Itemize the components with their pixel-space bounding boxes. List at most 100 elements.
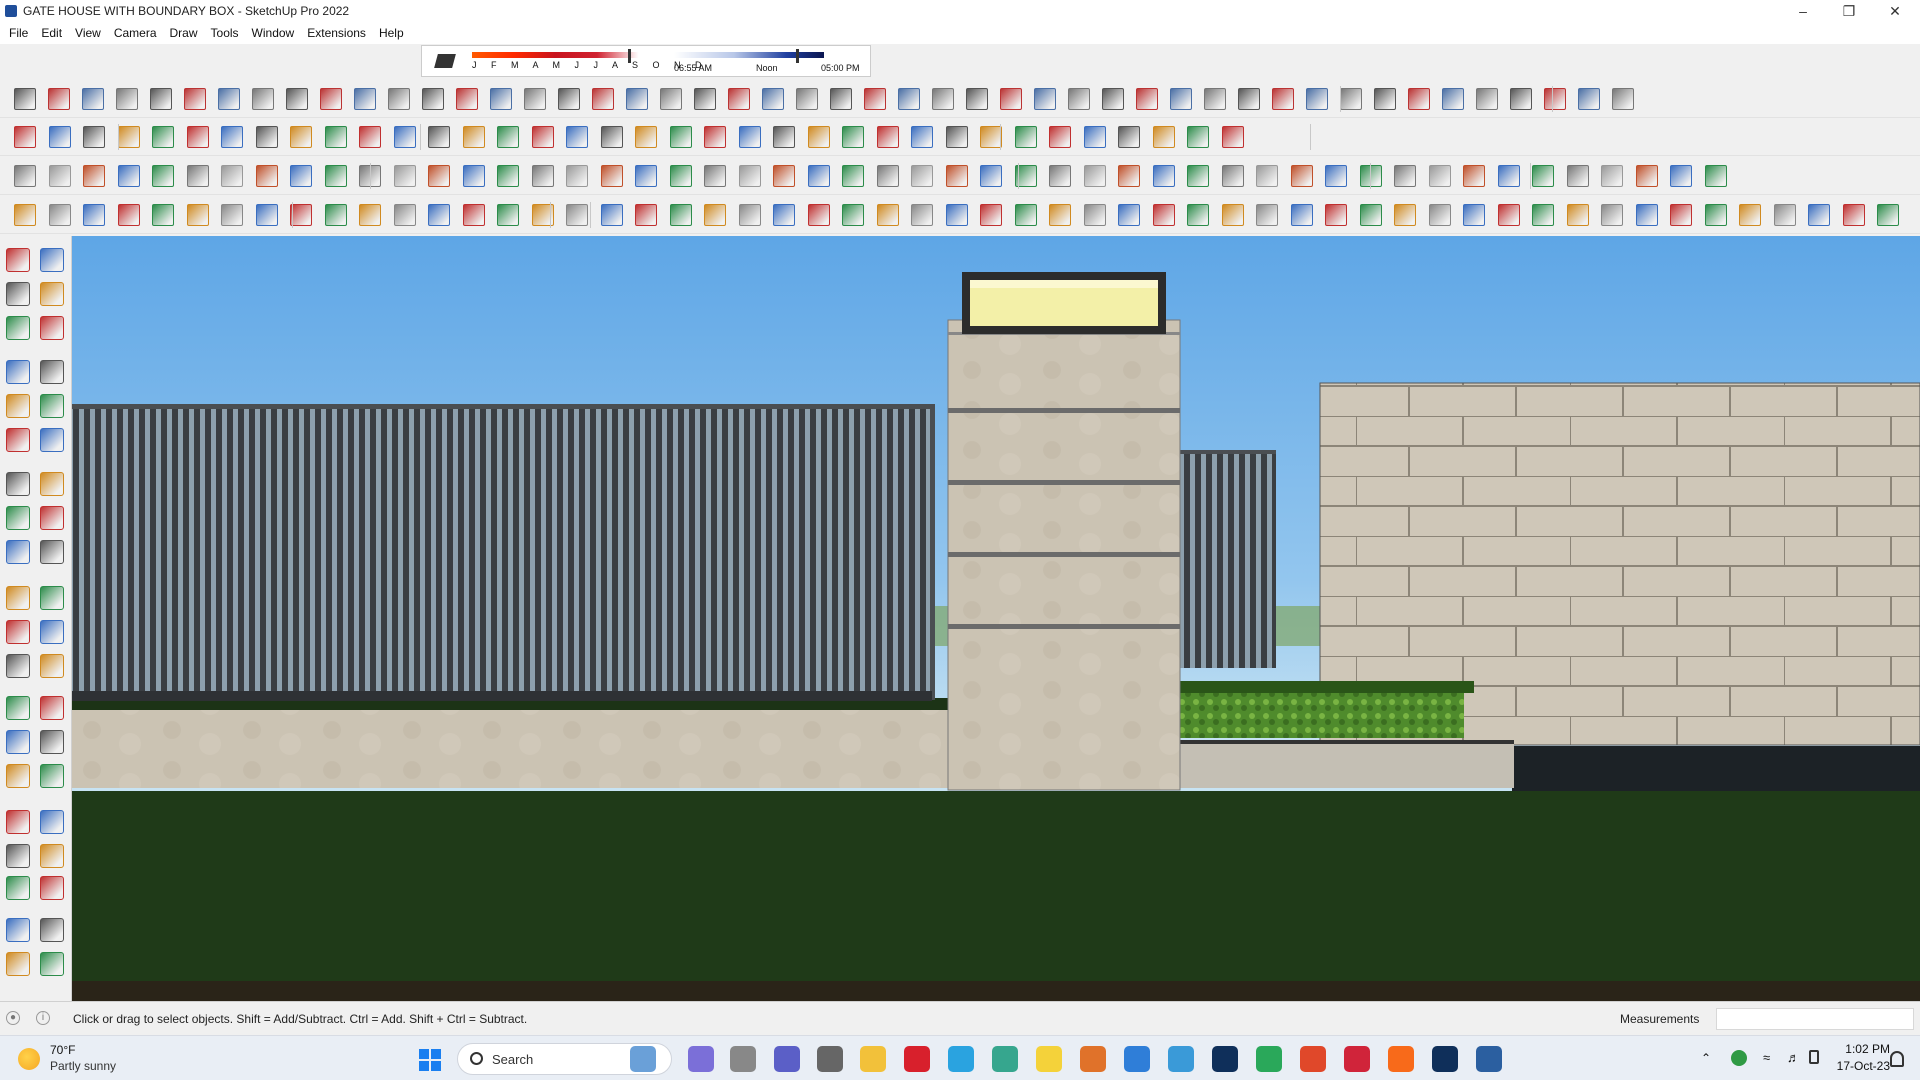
left-tool-icon-7[interactable] xyxy=(6,360,30,384)
tb2-tool-icon-31[interactable] xyxy=(1049,126,1071,148)
tb4-tool-icon-2[interactable] xyxy=(48,204,71,226)
left-tool-icon-3[interactable] xyxy=(6,282,30,306)
tb4-tool-icon-39[interactable] xyxy=(1325,204,1347,226)
tb1-tool-icon-8[interactable] xyxy=(252,88,274,110)
opera-icon[interactable] xyxy=(904,1046,930,1072)
tb1-tool-icon-3[interactable] xyxy=(82,88,104,110)
tb2-tool-icon-25[interactable] xyxy=(842,126,864,148)
clock-date[interactable]: 17-Oct-23 xyxy=(1812,1059,1890,1073)
tb1-tool-icon-45[interactable] xyxy=(1510,88,1532,110)
tb3-tool-icon-27[interactable] xyxy=(911,165,933,187)
tb3-tool-icon-19[interactable] xyxy=(635,165,657,187)
left-tool-icon-15[interactable] xyxy=(6,506,30,530)
tb1-tool-icon-25[interactable] xyxy=(830,88,852,110)
tb3-tool-icon-50[interactable] xyxy=(1704,165,1727,187)
tb1-tool-icon-9[interactable] xyxy=(286,88,308,110)
tb4-tool-icon-11[interactable] xyxy=(359,204,381,226)
tb1-tool-icon-36[interactable] xyxy=(1204,88,1226,110)
tb1-tool-icon-4[interactable] xyxy=(116,88,138,110)
menu-file[interactable]: File xyxy=(4,26,33,40)
tb2-tool-icon-21[interactable] xyxy=(704,126,726,148)
tb4-tool-icon-47[interactable] xyxy=(1601,204,1623,226)
weather-condition[interactable]: Partly sunny xyxy=(50,1059,116,1073)
tb2-tool-icon-26[interactable] xyxy=(876,126,899,148)
vscode-icon[interactable] xyxy=(1124,1046,1150,1072)
tb2-tool-icon-7[interactable] xyxy=(221,126,243,148)
tb2-tool-icon-10[interactable] xyxy=(324,126,347,148)
left-tool-icon-19[interactable] xyxy=(6,586,30,610)
tb2-tool-icon-30[interactable] xyxy=(1014,126,1037,148)
tb3-tool-icon-41[interactable] xyxy=(1394,165,1416,187)
tb4-tool-icon-7[interactable] xyxy=(221,204,243,226)
tb4-tool-icon-55[interactable] xyxy=(1877,204,1899,226)
tb1-tool-icon-41[interactable] xyxy=(1374,88,1396,110)
tb3-tool-icon-12[interactable] xyxy=(393,165,416,187)
tb4-tool-icon-29[interactable] xyxy=(980,204,1002,226)
tb1-tool-icon-6[interactable] xyxy=(184,88,206,110)
left-tool-icon-29[interactable] xyxy=(6,764,30,788)
tb4-tool-icon-9[interactable] xyxy=(290,204,312,226)
weather-icon[interactable] xyxy=(18,1048,40,1070)
left-tool-icon-9[interactable] xyxy=(6,394,30,418)
show-hidden-icons-icon[interactable]: ⌃ xyxy=(1701,1051,1717,1067)
tb3-tool-icon-9[interactable] xyxy=(290,165,312,187)
tb4-tool-icon-10[interactable] xyxy=(324,204,347,226)
georeference-icon[interactable]: ● xyxy=(6,1011,20,1025)
tb1-tool-icon-47[interactable] xyxy=(1578,88,1600,110)
tb3-tool-icon-45[interactable] xyxy=(1532,165,1554,187)
tb4-tool-icon-31[interactable] xyxy=(1049,204,1071,226)
tb4-tool-icon-54[interactable] xyxy=(1842,204,1865,226)
start-button[interactable] xyxy=(419,1049,441,1071)
menu-view[interactable]: View xyxy=(70,26,106,40)
tb2-tool-icon-13[interactable] xyxy=(428,126,450,148)
tb1-tool-icon-33[interactable] xyxy=(1102,88,1124,110)
tb4-tool-icon-27[interactable] xyxy=(911,204,933,226)
tb4-tool-icon-50[interactable] xyxy=(1704,204,1727,226)
tb2-tool-icon-28[interactable] xyxy=(945,126,968,148)
sketchup-icon[interactable] xyxy=(1476,1046,1502,1072)
tb2-tool-icon-34[interactable] xyxy=(1152,126,1175,148)
left-tool-icon-39[interactable] xyxy=(6,952,30,976)
tb4-tool-icon-36[interactable] xyxy=(1221,204,1244,226)
tb4-tool-icon-21[interactable] xyxy=(704,204,726,226)
telegram-icon[interactable] xyxy=(948,1046,974,1072)
tb3-tool-icon-3[interactable] xyxy=(83,165,105,187)
tb2-tool-icon-8[interactable] xyxy=(255,126,278,148)
tb2-tool-icon-24[interactable] xyxy=(807,126,830,148)
tb3-tool-icon-31[interactable] xyxy=(1049,165,1071,187)
menu-draw[interactable]: Draw xyxy=(165,26,203,40)
tb4-tool-icon-4[interactable] xyxy=(117,204,140,226)
tb4-tool-icon-30[interactable] xyxy=(1014,204,1037,226)
tb3-tool-icon-2[interactable] xyxy=(48,165,71,187)
left-tool-icon-27[interactable] xyxy=(6,730,30,754)
tb3-tool-icon-34[interactable] xyxy=(1152,165,1175,187)
tb1-tool-icon-13[interactable] xyxy=(422,88,444,110)
left-tool-icon-12[interactable] xyxy=(40,428,64,452)
clock-time[interactable]: 1:02 PM xyxy=(1820,1042,1890,1056)
left-tool-icon-40[interactable] xyxy=(40,952,64,976)
tb4-tool-icon-17[interactable] xyxy=(566,204,588,226)
tb4-tool-icon-51[interactable] xyxy=(1739,204,1761,226)
tb4-tool-icon-44[interactable] xyxy=(1497,204,1520,226)
tb4-tool-icon-40[interactable] xyxy=(1359,204,1382,226)
left-tool-icon-30[interactable] xyxy=(40,764,64,788)
tb3-tool-icon-7[interactable] xyxy=(221,165,243,187)
shadow-toggle-icon[interactable] xyxy=(434,54,456,68)
tb1-tool-icon-18[interactable] xyxy=(592,88,614,110)
tb1-tool-icon-27[interactable] xyxy=(898,88,920,110)
tb1-tool-icon-7[interactable] xyxy=(218,88,240,110)
tb2-tool-icon-32[interactable] xyxy=(1083,126,1106,148)
left-tool-icon-21[interactable] xyxy=(6,620,30,644)
left-tool-icon-25[interactable] xyxy=(6,696,30,720)
chrome-icon[interactable] xyxy=(1300,1046,1326,1072)
left-tool-icon-33[interactable] xyxy=(6,844,30,868)
tb4-tool-icon-15[interactable] xyxy=(497,204,519,226)
tb2-tool-icon-36[interactable] xyxy=(1221,126,1244,148)
tb4-tool-icon-25[interactable] xyxy=(842,204,864,226)
measurements-box[interactable] xyxy=(1716,1008,1914,1030)
left-tool-icon-35[interactable] xyxy=(6,876,30,900)
tb1-tool-icon-14[interactable] xyxy=(456,88,478,110)
tb1-tool-icon-2[interactable] xyxy=(48,88,70,110)
file-explorer-icon[interactable] xyxy=(860,1046,886,1072)
tb4-tool-icon-37[interactable] xyxy=(1256,204,1278,226)
